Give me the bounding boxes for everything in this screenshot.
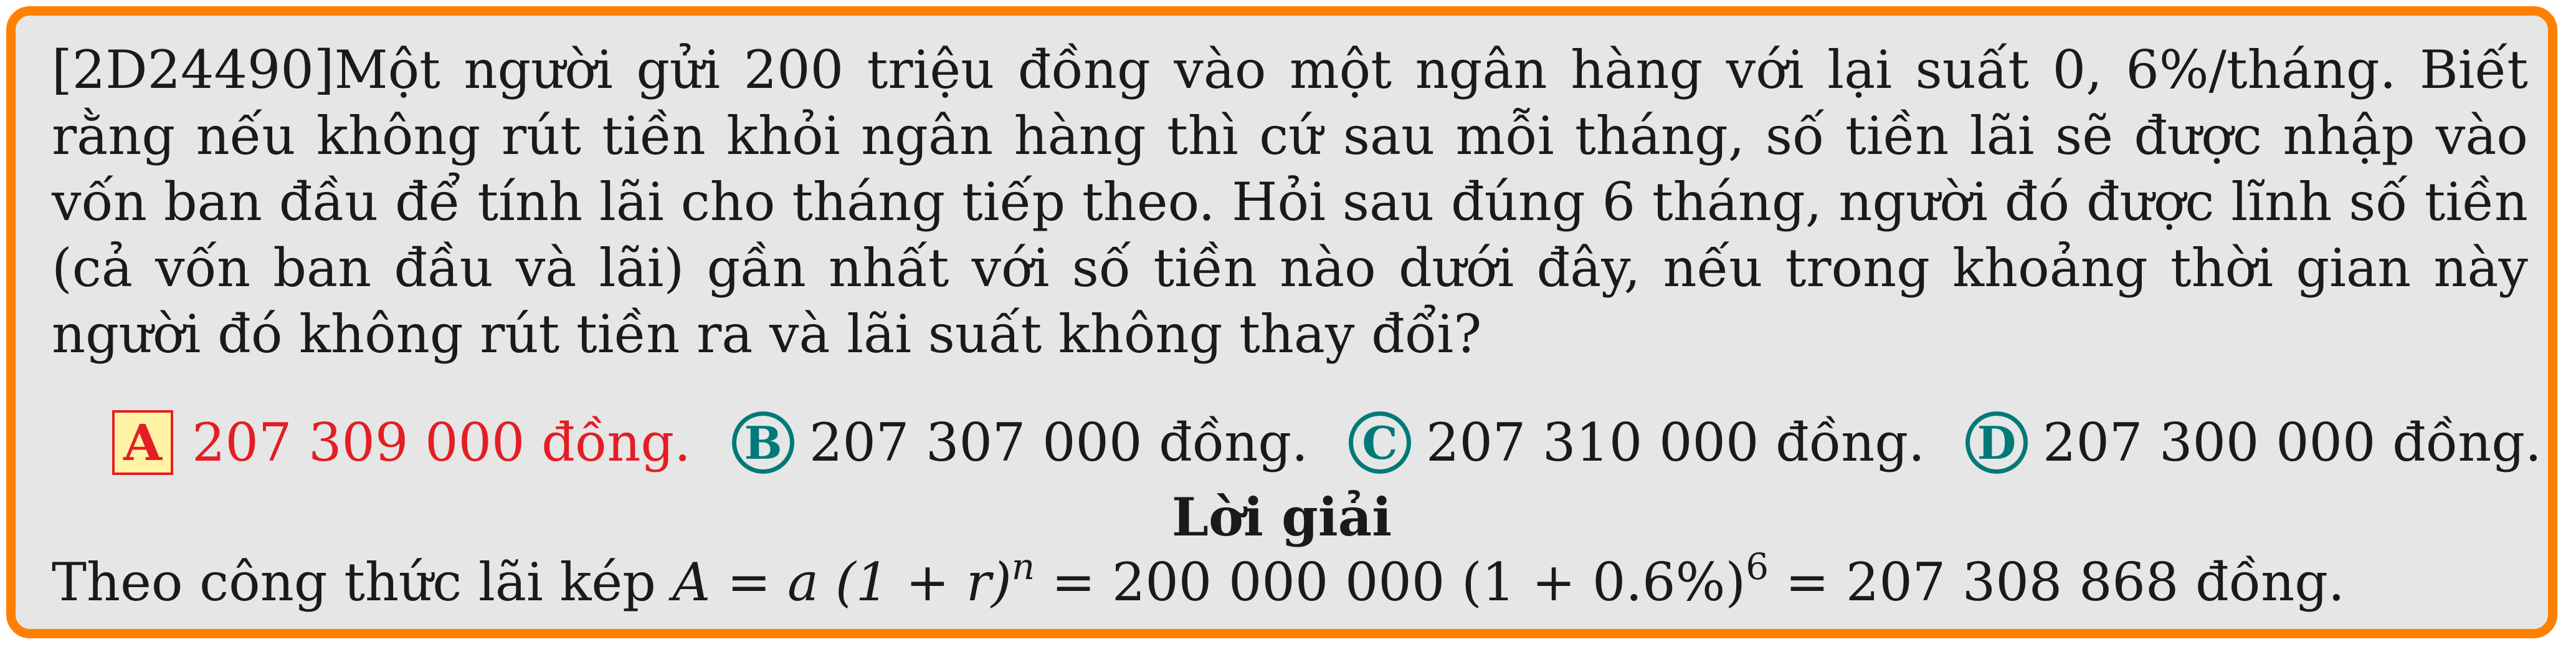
problem-card: [2D24490]Một người gửi 200 triệu đồng và… (6, 6, 2557, 638)
question-text: [2D24490]Một người gửi 200 triệu đồng và… (52, 37, 2528, 367)
answer-choices: A 207 309 000 đồng. B 207 307 000 đồng. … (16, 408, 2548, 477)
solution-text: Theo công thức lãi kép A = a (1 + r)n = … (52, 549, 2528, 615)
choice-a[interactable]: A 207 309 000 đồng. (112, 408, 691, 477)
choice-c[interactable]: C 207 310 000 đồng. (1349, 408, 1925, 477)
solution-prefix: Theo công thức lãi kép (52, 552, 656, 613)
choice-a-text: 207 309 000 đồng. (192, 412, 691, 473)
formula-rhs: = 207 308 868 đồng. (1769, 552, 2345, 613)
choice-b-text: 207 307 000 đồng. (809, 412, 1308, 473)
choice-d-text: 207 300 000 đồng. (2043, 412, 2542, 473)
exponent-6: 6 (1746, 545, 1769, 588)
choice-b-badge: B (732, 411, 794, 474)
exponent-n: n (1011, 545, 1035, 588)
choice-b[interactable]: B 207 307 000 đồng. (732, 408, 1308, 477)
problem-statement: Một người gửi 200 triệu đồng vào một ngâ… (52, 39, 2528, 365)
choice-d-badge: D (1965, 411, 2028, 474)
solution-title: Lời giải (1171, 486, 1392, 548)
choice-d[interactable]: D 207 300 000 đồng. (1965, 408, 2542, 477)
formula-mid: = 200 000 000 (1 + 0.6%) (1035, 552, 1746, 613)
choice-c-badge: C (1349, 411, 1411, 474)
choice-a-badge: A (112, 410, 174, 475)
choice-c-text: 207 310 000 đồng. (1426, 412, 1925, 473)
formula-lhs: A = a (1 + r) (672, 552, 1012, 613)
problem-id: [2D24490] (52, 39, 335, 100)
